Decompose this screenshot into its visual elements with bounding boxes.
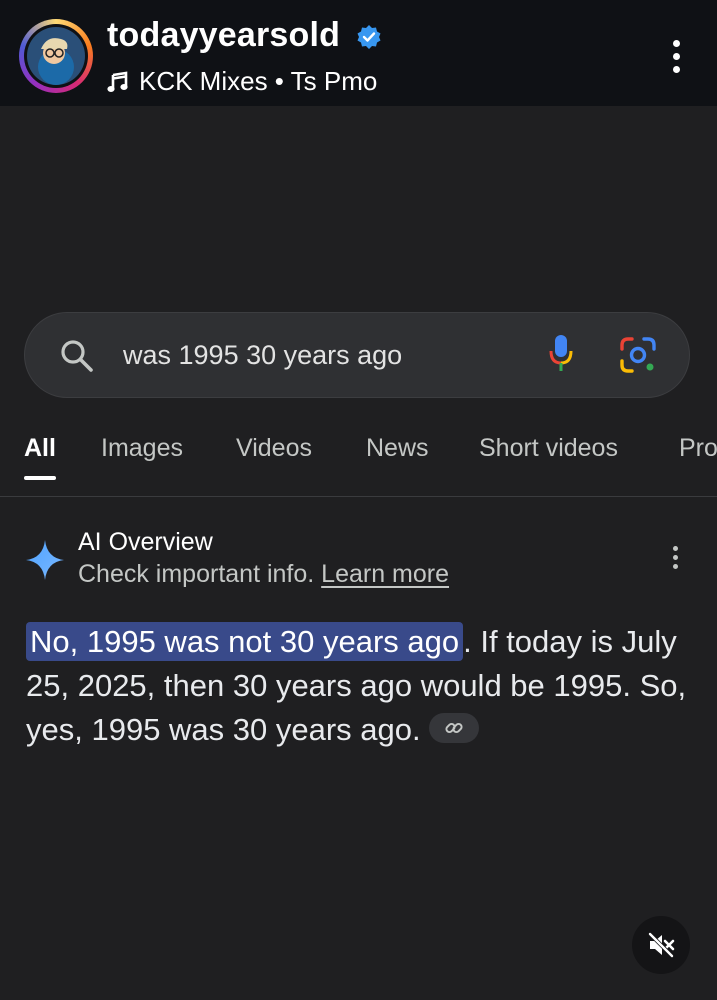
username[interactable]: todayyearsold <box>107 16 340 55</box>
ai-overview-title: AI Overview <box>78 528 213 556</box>
tab-products[interactable]: Pro <box>679 434 717 463</box>
verified-badge-icon <box>357 25 381 49</box>
search-input[interactable]: was 1995 30 years ago <box>123 340 402 371</box>
tab-videos[interactable]: Videos <box>236 434 312 463</box>
ai-overview-disclaimer: Check important info. <box>78 560 315 588</box>
tab-all[interactable]: All <box>24 434 56 463</box>
ai-overview-answer: No, 1995 was not 30 years ago. If today … <box>26 620 696 752</box>
music-text: KCK Mixes • Ts Pmo <box>139 66 378 96</box>
tab-news[interactable]: News <box>366 434 429 463</box>
ai-overview-subtitle: Check important info. Learn more <box>78 560 449 589</box>
avatar-image <box>24 24 88 88</box>
divider <box>0 496 717 497</box>
source-link-chip[interactable] <box>428 712 479 743</box>
active-tab-indicator <box>24 476 56 480</box>
google-lens-icon[interactable] <box>619 336 657 374</box>
sparkle-icon <box>26 540 64 580</box>
learn-more-link[interactable]: Learn more <box>321 560 449 588</box>
muted-speaker-icon <box>647 931 675 959</box>
microphone-icon[interactable] <box>548 333 574 373</box>
story-header: todayyearsold KCK Mixes • Ts Pmo <box>0 0 717 106</box>
search-box[interactable]: was 1995 30 years ago <box>24 312 690 398</box>
more-vertical-icon[interactable] <box>666 40 686 76</box>
avatar[interactable] <box>19 19 93 93</box>
mute-button[interactable] <box>632 916 690 974</box>
music-note-icon <box>107 70 128 92</box>
search-tabs: All Images Videos News Short videos Pro <box>0 434 717 496</box>
ai-overview-more-icon[interactable] <box>670 546 680 576</box>
highlighted-answer: No, 1995 was not 30 years ago <box>26 622 464 661</box>
tab-images[interactable]: Images <box>101 434 183 463</box>
tab-short-videos[interactable]: Short videos <box>479 434 618 463</box>
link-icon <box>445 722 463 733</box>
search-icon[interactable] <box>59 338 95 374</box>
music-attribution[interactable]: KCK Mixes • Ts Pmo <box>107 66 377 97</box>
